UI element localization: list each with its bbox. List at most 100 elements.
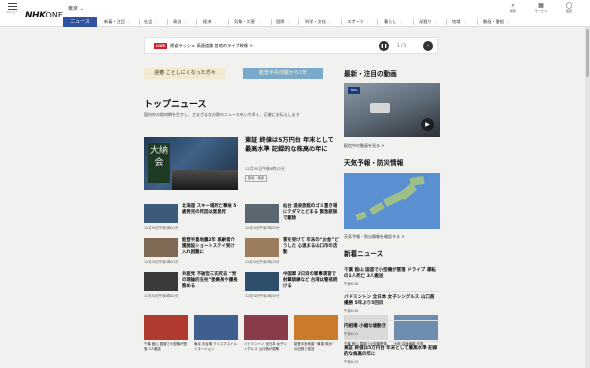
nhk-badge: NHK (348, 87, 360, 94)
latest-news-item[interactable]: バドミントン 全日本 女子シングルス 山口茜 優勝 5年ぶり5回目 午後6:35 (344, 295, 440, 313)
featured-video[interactable]: NHK ▶ (344, 83, 440, 137)
video-more-link[interactable]: 配信中の動画を見る > (344, 143, 385, 149)
news-date: 12月30日午後6時01分 (144, 294, 179, 298)
pause-button[interactable]: ❚❚ (379, 41, 389, 51)
news-card[interactable]: 能登半島地震 “黄昏 珠洲” の記録と復旧 (294, 315, 338, 351)
nav-divider (413, 19, 414, 25)
nav-divider (477, 19, 478, 25)
nav-divider (341, 19, 342, 25)
service-button[interactable]: ▦ サービス (532, 2, 550, 13)
news-card-thumbnail (194, 315, 238, 340)
news-title: 害を受けて 年末の“お金”どうした 心温まる山口市の活動 (283, 238, 339, 256)
nav-tab-label: 暮らし (384, 19, 397, 24)
nav-tab-video[interactable]: 動画・番組 ⌄ (483, 17, 509, 27)
chevron-down-icon: ⌄ (184, 20, 187, 24)
chevron-down-icon: ⌄ (463, 20, 466, 24)
news-card-title: 東京 お台場 クリスマスイルミネーション (194, 342, 237, 351)
divider (344, 320, 440, 321)
chevron-down-icon: ⌄ (434, 20, 438, 24)
page-scrollbar[interactable] (585, 27, 590, 368)
news-item[interactable]: 害を受けて 年末の“お金”どうした 心温まる山口市の活動 12月30日午後5時1… (245, 238, 340, 264)
nav-tab-news[interactable]: ニュース (63, 17, 97, 27)
nav-tab-label: 新着・注目 (104, 19, 125, 24)
news-thumbnail (144, 238, 178, 257)
hero-headline[interactable]: 東証 終値は5万円台 年末として最高水準 記録的な株高の年に (245, 137, 335, 154)
latest-news-time: 午後6:21 (344, 332, 359, 336)
menu-button[interactable]: メニュー (6, 2, 20, 14)
nav-divider (271, 19, 272, 25)
search-button[interactable]: ⌕ 検索 (504, 2, 522, 13)
nav-tab-region[interactable]: 地域 ⌄ (452, 17, 466, 27)
next-button[interactable]: › (423, 41, 433, 51)
service-label: サービス (534, 9, 547, 13)
news-item[interactable]: 共産党 不破哲三氏死去 “党の理論的支柱”委員長や議長務める 12月30日午後6… (144, 272, 239, 298)
banner-obituary[interactable]: 迎春 ことしにくなった方々 (144, 68, 226, 79)
weather-map[interactable] (344, 173, 440, 229)
ticker-pager: 1 / 5 (397, 43, 406, 48)
news-card-thumbnail (244, 315, 288, 340)
weather-more-link[interactable]: 天気予報・防災情報を確認する > (344, 234, 405, 240)
top-news-lead: 国内外の取材網を生かし、さまざまな分野のニュースをいち早く、正確にお伝えします (144, 112, 300, 117)
chevron-down-icon: ⌄ (506, 20, 510, 24)
news-card[interactable]: 東京 お台場 クリスマスイルミネーション (194, 315, 238, 351)
nav-tab-science[interactable]: 科学・文化 ⌄ (305, 17, 331, 27)
nav-divider (298, 19, 299, 25)
play-icon[interactable]: ▶ (421, 118, 434, 131)
menu-icon-line (8, 6, 17, 7)
news-title: 共産党 不破哲三氏死去 “党の理論的支柱”委員長や議長務める (182, 272, 238, 290)
news-card[interactable]: 千葉 館山 国道で小型機が墜落 5人搬送 (144, 315, 188, 351)
nhk-one-logo[interactable]: NHKONE (25, 3, 63, 21)
news-item[interactable]: 仙台 温泉旅館のゴミ置き場にテダマとどまる 緊急銃猟で駆除 12月30日午後5時… (245, 204, 340, 230)
nav-tab-international[interactable]: 国際 ⌄ (276, 17, 290, 27)
latest-news-item[interactable]: 円相場 小幅な値動き 午後6:21 (344, 324, 440, 336)
account-icon: ◯ (565, 2, 573, 9)
chevron-down-icon: ⌄ (155, 20, 158, 24)
nav-tab-politics[interactable]: 政治 ⌄ (173, 17, 187, 27)
nav-tab-weather[interactable]: 気象・災害 ⌄ (234, 17, 260, 27)
settings-button[interactable]: ◯ 設定 (560, 2, 578, 13)
live-ticker-text[interactable]: 帰省ラッシュ 高速道路 各地のライブ映像 > (170, 42, 253, 50)
nav-tab-label: 気象・災害 (234, 19, 255, 24)
news-thumbnail (144, 272, 178, 291)
hero-crowd (172, 170, 238, 190)
news-title: 北海道 スキー場死亡事故 5歳男児の死因は窒息死 (182, 204, 237, 216)
banner-noto[interactable]: 能登半島地震から2年 (243, 68, 323, 79)
news-item[interactable]: 能登半島地震2年 高齢者介護施設ショートステイ受け入れ困難に 12月30日午後5… (144, 238, 239, 264)
menu-icon-line (8, 3, 17, 4)
nav-tab-new[interactable]: 新着・注目 ⌄ (104, 17, 130, 27)
news-thumbnail (245, 272, 279, 291)
chevron-down-icon: ⌄ (399, 20, 403, 24)
nav-tab-sports[interactable]: スポーツ ⌄ (347, 17, 369, 27)
news-card-thumbnail (294, 315, 338, 340)
nav-tab-deep[interactable]: 深掘り ⌄ (419, 17, 437, 27)
nav-tab-label: 科学・文化 (305, 19, 326, 24)
latest-news-item[interactable]: 千葉 館山 国道で小型機が墜落 ドライブ 運転の1人死亡 3人搬送 午後6:38 (344, 268, 440, 286)
nav-tab-economy[interactable]: 経済 ⌄ (203, 17, 217, 27)
chevron-down-icon: ⌄ (127, 20, 131, 24)
latest-news-title: 新着ニュース (344, 250, 384, 258)
chevron-down-icon: ⌄ (328, 20, 332, 24)
live-ticker[interactable]: LIVE 帰省ラッシュ 高速道路 各地のライブ映像 > ❚❚ 1 / 5 › (144, 37, 438, 54)
news-item[interactable]: 北海道 スキー場死亡事故 5歳男児の死因は窒息死 12月30日午後5時51分 (144, 204, 239, 230)
video-scene (370, 103, 390, 113)
category-nav: ニュース 新着・注目 ⌄ 社会 ⌄ 政治 ⌄ 経済 ⌄ 気象・災害 ⌄ 国際 ⌄ 科学・文化… (0, 17, 590, 27)
search-icon: ⌕ (511, 2, 515, 9)
hero-tag[interactable]: 動画・番組 (245, 175, 267, 182)
nav-tab-label: 地域 (452, 19, 461, 24)
nav-divider (377, 19, 378, 25)
nav-tab-label: 政治 (173, 19, 182, 24)
nav-tab-society[interactable]: 社会 ⌄ (144, 17, 158, 27)
service-icon: ▦ (538, 2, 544, 9)
video-section-title: 最新・注目の動画 (344, 70, 397, 78)
nav-tab-life[interactable]: 暮らし ⌄ (384, 17, 402, 27)
latest-news-item[interactable]: 東証 終値は5万円台 年末として最高水準 記録的な株高の年に 午後6:12 (344, 346, 440, 364)
hero-image[interactable]: 大納会 (144, 137, 238, 190)
nav-divider (196, 19, 197, 25)
scrollbar-thumb[interactable] (586, 29, 589, 77)
news-card[interactable]: バドミントン 全日本 女子シングルス 山口茜が優勝 (244, 315, 288, 351)
pause-icon: ❚❚ (380, 43, 388, 48)
latest-news-time: 午後6:38 (344, 282, 359, 286)
nav-divider (167, 19, 168, 25)
news-item[interactable]: 中国軍 2日目の軍事演習で射撃訓練など 台湾は警戒続ける 12月30日午後4時5… (245, 272, 340, 298)
region-selector[interactable]: 東京 ⌄ (68, 5, 84, 12)
